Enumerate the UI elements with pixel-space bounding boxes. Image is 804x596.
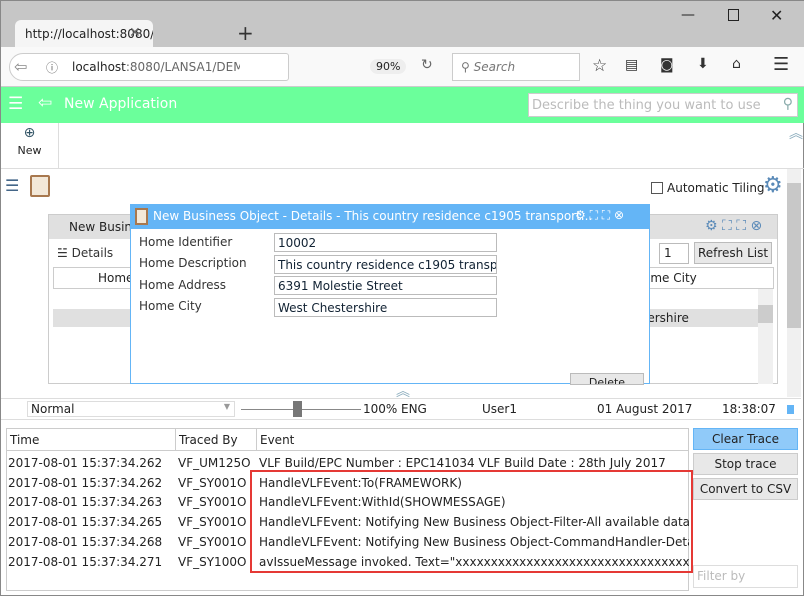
refresh-list-button[interactable]: Refresh List	[694, 242, 772, 264]
language: ENG	[401, 402, 427, 416]
home-city-field[interactable]: West Chestershire	[274, 298, 497, 317]
reload-icon[interactable]: ↻	[421, 57, 433, 73]
date: 01 August 2017	[597, 402, 693, 416]
col-time[interactable]: Time	[10, 433, 39, 447]
col-event[interactable]: Event	[256, 429, 297, 450]
auto-tiling-checkbox[interactable]	[651, 182, 663, 194]
download-icon[interactable]: ⬇	[697, 56, 709, 72]
browser-navbar: ⇦ ⓘ localhost:8080/LANSA1/DEM/UF_OEXEC.h…	[1, 47, 804, 87]
bookmark-star-icon[interactable]: ☆	[592, 56, 607, 76]
dialog-title: New Business Object - Details - This cou…	[153, 209, 593, 223]
home-address-field[interactable]: 6391 Molestie Street	[274, 276, 497, 295]
url-path: :8080/LANSA1/DEM/UF_OEXEC.htm	[125, 60, 240, 74]
menu-icon[interactable]: ☰	[773, 54, 789, 75]
back-icon[interactable]: ⇦	[14, 57, 27, 76]
status-indicator	[787, 405, 794, 414]
close-window-icon[interactable]: ✕	[770, 6, 783, 25]
details-tab[interactable]: ☱ Details	[57, 246, 113, 260]
trace-cell-time: 2017-08-01 15:37:34.268	[8, 534, 163, 549]
search-placeholder: Search	[473, 60, 516, 74]
status-bar: Normal ▼ 100% ENG User1 01 August 2017 18…	[1, 398, 801, 420]
details-dialog: New Business Object - Details - This cou…	[130, 204, 650, 385]
maximize-icon[interactable]	[728, 9, 739, 21]
panel-settings-icon[interactable]: ⚙ ⛶ ⛶ ⊗	[705, 218, 762, 234]
page-spinner[interactable]: 1	[659, 243, 689, 264]
info-icon[interactable]: ⓘ	[46, 59, 58, 76]
convert-csv-button[interactable]: Convert to CSV	[693, 478, 798, 500]
details-label: Details	[71, 246, 114, 260]
app-search-placeholder: Describe the thing you want to use	[532, 98, 761, 113]
document-icon[interactable]	[30, 175, 50, 197]
trace-cell-time: 2017-08-01 15:37:34.262	[8, 475, 163, 490]
mode-value: Normal	[31, 402, 75, 416]
label-home-city: Home City	[139, 299, 202, 313]
delete-button[interactable]: Delete	[570, 373, 644, 385]
label-home-address: Home Address	[139, 278, 227, 292]
app-title: New Application	[64, 96, 178, 112]
highlight-box	[250, 470, 693, 573]
trace-cell-time: 2017-08-01 15:37:34.271	[8, 554, 163, 569]
dialog-controls-icon[interactable]: ⚙ ⛶ ⛶ ⊗	[575, 208, 624, 223]
user: User1	[482, 402, 517, 416]
close-tab-icon[interactable]: ✕	[129, 25, 141, 41]
main-scrollbar[interactable]	[787, 169, 801, 397]
mode-select[interactable]: Normal ▼	[27, 401, 235, 417]
label-home-identifier: Home Identifier	[139, 235, 233, 249]
settings-gear-icon[interactable]: ⚙	[763, 173, 783, 198]
clear-trace-button[interactable]: Clear Trace	[693, 428, 798, 450]
reading-list-icon[interactable]: ▤	[625, 57, 638, 73]
home-description-field[interactable]: This country residence c1905 transport	[274, 255, 497, 274]
collapse-icon[interactable]: ︽	[789, 123, 803, 143]
trace-cell-by: VF_UM125O	[178, 456, 251, 470]
new-tab-icon[interactable]: +	[237, 21, 254, 45]
app-header: ☰ ⇦ New Application Describe the thing y…	[1, 87, 804, 123]
trace-cell-by: VF_SY001O	[178, 495, 247, 510]
document-icon	[135, 208, 148, 225]
url-bar[interactable]: ⇦ ⓘ localhost:8080/LANSA1/DEM/UF_OEXEC.h…	[9, 53, 407, 81]
filter-input[interactable]: Filter by	[693, 565, 798, 588]
trace-cell-time: 2017-08-01 15:37:34.265	[8, 515, 163, 530]
url-host: localhost	[72, 60, 126, 74]
trace-table: Time Traced By Event 2017-08-01 15:37:34…	[6, 428, 693, 591]
auto-tiling-label: Automatic Tiling	[667, 181, 765, 195]
trace-header: Time Traced By Event	[7, 429, 688, 451]
back-arrow-icon[interactable]: ⇦	[38, 93, 52, 113]
label-home-description: Home Description	[139, 256, 247, 270]
dialog-titlebar: New Business Object - Details - This cou…	[131, 205, 649, 229]
plus-circle-icon: ⊕	[23, 125, 36, 141]
trace-cell-by: VF_SY100O	[178, 554, 247, 569]
search-icon[interactable]: ⚲	[783, 96, 793, 112]
app-search-input[interactable]: Describe the thing you want to use ⚲	[528, 93, 798, 117]
col-home[interactable]: Home	[98, 271, 133, 285]
trace-cell-time: 2017-08-01 15:37:34.263	[8, 495, 163, 510]
zoom-level[interactable]: 90%	[370, 59, 407, 74]
stop-trace-button[interactable]: Stop trace	[693, 453, 798, 475]
trace-cell-event: VLF Build/EPC Number : EPC141034 VLF Bui…	[259, 456, 666, 470]
list-icon[interactable]: ☰	[5, 176, 19, 195]
home-icon[interactable]: ⌂	[732, 56, 741, 72]
minimize-icon[interactable]: —	[681, 7, 695, 23]
pocket-icon[interactable]: ◙	[660, 57, 674, 73]
home-identifier-field[interactable]: 10002	[274, 233, 497, 252]
trace-cell-by: VF_SY001O	[178, 475, 247, 490]
grid-scrollbar[interactable]	[758, 289, 773, 384]
zoom-value: 100%	[363, 402, 398, 416]
trace-cell-by: VF_SY001O	[178, 515, 247, 530]
col-traced-by[interactable]: Traced By	[175, 429, 241, 450]
new-button[interactable]: ⊕ New	[1, 123, 59, 168]
hamburger-icon[interactable]: ☰	[8, 94, 23, 114]
time: 18:38:07	[722, 402, 776, 416]
command-toolbar: ⊕ New ︽	[1, 123, 804, 169]
zoom-slider-thumb[interactable]	[293, 401, 302, 417]
browser-titlebar: http://localhost:8080/LANSA1/D ✕ + — ✕	[1, 1, 804, 48]
filter-placeholder: Filter by	[697, 569, 746, 583]
browser-search[interactable]: ⚲ Search	[452, 53, 580, 81]
new-label: New	[17, 144, 42, 157]
trace-cell-time: 2017-08-01 15:37:34.262	[8, 456, 163, 470]
trace-cell-by: VF_SY001O	[178, 534, 247, 549]
